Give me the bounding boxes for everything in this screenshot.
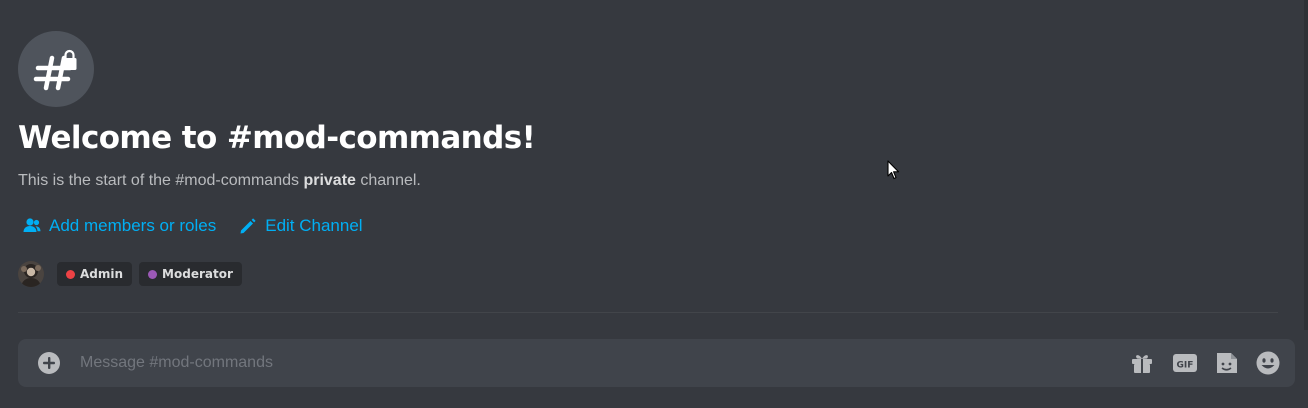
chat-area: Welcome to #mod-commands! This is the st… bbox=[0, 0, 1308, 408]
welcome-description: This is the start of the #mod-commands p… bbox=[18, 171, 421, 191]
welcome-desc-prefix: This is the start of the #mod-commands bbox=[18, 172, 304, 189]
channel-members-roles: Admin Moderator bbox=[18, 260, 249, 288]
role-color-dot bbox=[148, 269, 158, 279]
edit-channel-button[interactable]: Edit Channel bbox=[238, 216, 363, 236]
message-composer: GIF bbox=[18, 339, 1295, 387]
people-icon bbox=[22, 216, 42, 236]
gift-button[interactable] bbox=[1129, 350, 1155, 376]
welcome-title: Welcome to #mod-commands! bbox=[18, 120, 536, 156]
role-name: Admin bbox=[80, 267, 124, 281]
role-pill-moderator[interactable]: Moderator bbox=[139, 262, 242, 286]
plus-circle-icon bbox=[38, 352, 60, 374]
add-members-label: Add members or roles bbox=[49, 216, 217, 235]
message-input[interactable] bbox=[80, 339, 1110, 387]
pencil-icon bbox=[238, 216, 258, 236]
sticker-icon bbox=[1217, 353, 1237, 373]
add-attachment-button[interactable] bbox=[37, 351, 61, 375]
svg-text:GIF: GIF bbox=[1177, 361, 1194, 371]
role-name: Moderator bbox=[162, 267, 233, 281]
welcome-desc-private: private bbox=[303, 172, 356, 189]
add-members-button[interactable]: Add members or roles bbox=[22, 216, 216, 236]
avatar[interactable] bbox=[18, 261, 44, 287]
emoji-button[interactable] bbox=[1255, 350, 1281, 376]
divider bbox=[18, 312, 1278, 313]
mouse-cursor bbox=[887, 160, 901, 182]
emoji-icon bbox=[1256, 351, 1280, 375]
scrollbar[interactable] bbox=[1304, 0, 1308, 330]
channel-actions: Add members or roles Edit Channel bbox=[22, 214, 385, 238]
edit-channel-label: Edit Channel bbox=[265, 216, 363, 235]
role-color-dot bbox=[66, 269, 75, 279]
gif-button[interactable]: GIF bbox=[1172, 350, 1198, 376]
hashtag-lock-icon bbox=[18, 31, 94, 107]
welcome-desc-suffix: channel. bbox=[355, 172, 421, 189]
role-pill-admin[interactable]: Admin bbox=[57, 262, 133, 286]
gift-icon bbox=[1132, 355, 1152, 373]
sticker-button[interactable] bbox=[1214, 350, 1240, 376]
gif-icon: GIF bbox=[1173, 354, 1197, 372]
